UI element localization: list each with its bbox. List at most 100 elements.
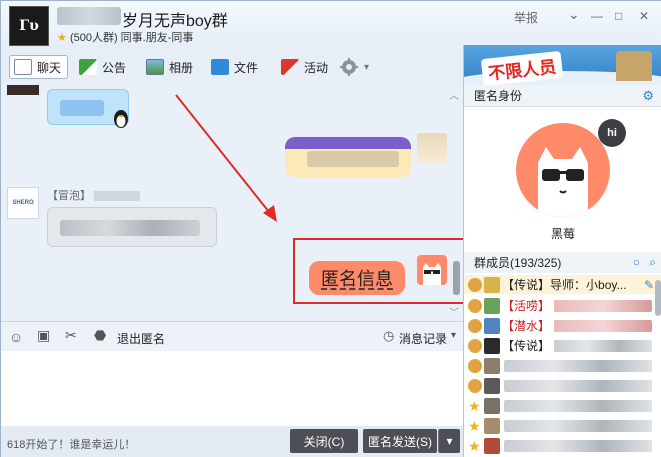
scroll-down-icon[interactable]: ﹀	[449, 304, 459, 319]
bottom-bar: 618开始了！谁是幸运儿！ 关闭(C) 匿名发送(S) ▾	[1, 426, 463, 457]
chat-bubble-icon[interactable]: ○	[633, 255, 640, 269]
minimize-button[interactable]: —	[591, 9, 603, 23]
message-record-button[interactable]: 消息记录	[399, 330, 447, 347]
anon-big-avatar	[516, 123, 610, 217]
blurred-member-name	[504, 359, 652, 372]
tab-activity[interactable]: 活动	[281, 55, 328, 79]
member-status-icon	[468, 298, 482, 313]
main-toolbar: 聊天 公告 相册 文件 活动 ▾	[1, 49, 463, 85]
star-icon: ★	[468, 397, 481, 414]
close-button[interactable]: 关闭(C)	[290, 429, 358, 453]
group-sub-text: (500人群) 同事.朋友-同事	[69, 32, 194, 44]
blurred-member-name	[504, 399, 652, 412]
blurred-member-name	[554, 319, 652, 332]
settings-caret-icon: ▾	[364, 61, 370, 73]
blurred-member-name	[554, 339, 652, 352]
emoji-icon[interactable]: ☺	[9, 329, 23, 345]
members-header: 群成员(193/325) ○ ⌕	[464, 252, 661, 274]
anon-send-label: 匿名发送(S)	[368, 434, 432, 449]
message-input[interactable]	[1, 351, 463, 426]
tab-chat-label: 聊天	[37, 60, 62, 75]
star-icon: ★	[57, 32, 67, 44]
close-window-button[interactable]: ✕	[639, 9, 649, 23]
photo-icon	[146, 59, 164, 75]
star-icon: ★	[468, 437, 481, 454]
red-flag-icon	[281, 59, 299, 75]
image-icon[interactable]: ▣	[37, 327, 50, 344]
tab-album[interactable]: 相册	[146, 55, 193, 79]
member-tag: 【潜水】	[502, 319, 551, 333]
member-name: 导师：小boy...	[550, 278, 627, 292]
close-button-label: 关闭(C)	[303, 434, 345, 449]
search-icon[interactable]: ⌕	[649, 255, 656, 270]
tab-files-label: 文件	[234, 60, 259, 75]
blurred-member-name	[504, 419, 652, 432]
hi-bubble: hi	[598, 119, 626, 147]
settings-button[interactable]: ▾	[339, 55, 369, 79]
scissors-icon[interactable]: ✂	[65, 327, 77, 344]
gear-icon	[340, 58, 358, 76]
tab-album-label: 相册	[169, 60, 194, 75]
group-subtitle: ★ (500人群) 同事.朋友-同事	[57, 29, 193, 45]
settings-gear-icon[interactable]: ⚙	[642, 88, 654, 104]
tab-activity-label: 活动	[304, 60, 329, 75]
list-item[interactable]: 【传说】	[464, 336, 661, 355]
member-status-icon	[468, 277, 482, 292]
report-button[interactable]: 举报	[514, 9, 538, 26]
status-text: 618开始了！谁是幸运儿！	[7, 439, 136, 451]
tab-announce-label: 公告	[102, 60, 127, 75]
tab-chat[interactable]: 聊天	[9, 55, 69, 79]
member-tag: 【传说】	[502, 339, 551, 353]
member-tag: 【传说】	[502, 278, 551, 292]
maximize-button[interactable]: □	[615, 9, 622, 23]
list-item[interactable]: ★	[464, 416, 661, 435]
cat-sunglasses-large-icon	[538, 147, 588, 217]
send-caret-icon: ▾	[446, 434, 453, 448]
anon-message-bubble: 匿名信息	[309, 261, 405, 295]
edit-icon[interactable]: ✎	[644, 278, 654, 292]
member-list[interactable]: 【传说】 导师：小boy... ✎ 【活唠】 【潜水】 【传说】 ★ ★ ★	[464, 273, 661, 457]
list-item[interactable]: ★	[464, 396, 661, 415]
blurred-name-prefix	[57, 7, 121, 25]
folder-icon	[211, 59, 229, 75]
list-item[interactable]: 【传说】 导师：小boy... ✎	[464, 275, 661, 294]
ad-banner[interactable]: 不限人员	[464, 45, 661, 85]
anon-name: 黑莓	[550, 227, 575, 241]
clock-icon: ◷	[383, 328, 395, 343]
group-avatar[interactable]: Γυ	[9, 6, 49, 46]
input-toolbar: ☺ ▣ ✂ ⬣ 退出匿名 ◷ 消息记录 ▾	[1, 321, 463, 351]
member-status-icon	[468, 358, 482, 373]
anon-identity-title: 匿名身份	[474, 89, 523, 103]
record-caret-icon[interactable]: ▾	[451, 330, 456, 341]
group-name[interactable]: 岁月无声boy群	[122, 7, 228, 31]
member-tag: 【活唠】	[502, 299, 551, 313]
list-item[interactable]: 【潜水】	[464, 316, 661, 335]
exit-anon-button[interactable]: 退出匿名	[117, 330, 165, 347]
anon-send-button[interactable]: 匿名发送(S)	[363, 429, 437, 453]
chat-scrollbar[interactable]	[453, 261, 460, 295]
anon-cat-avatar[interactable]	[417, 255, 447, 285]
dropdown-icon[interactable]: ⌄	[568, 6, 580, 23]
title-bar: Γυ 岁月无声boy群 ★ (500人群) 同事.朋友-同事 举报 ⌄ — □ …	[1, 1, 661, 47]
blurred-member-name	[554, 299, 652, 312]
list-item[interactable]	[464, 356, 661, 375]
member-scrollbar[interactable]	[655, 280, 661, 316]
list-item[interactable]	[464, 376, 661, 395]
send-options-button[interactable]: ▾	[438, 429, 460, 453]
member-avatar	[484, 317, 500, 334]
blurred-member-name	[504, 379, 652, 392]
anon-mask-icon: ⬣	[94, 327, 107, 343]
members-title: 群成员(193/325)	[474, 256, 562, 270]
chat-icon	[14, 59, 32, 75]
chat-messages[interactable]: SHERO 【冒泡】 匿名信息 ︿ ﹀	[1, 85, 463, 321]
member-status-icon	[468, 338, 482, 353]
list-item[interactable]: ★	[464, 436, 661, 455]
member-avatar	[484, 377, 500, 394]
tab-announce[interactable]: 公告	[79, 55, 126, 79]
scroll-up-icon[interactable]: ︿	[449, 87, 459, 102]
list-item[interactable]: 【活唠】	[464, 296, 661, 315]
anon-identity-panel: hi 黑莓	[464, 107, 661, 252]
member-avatar	[484, 337, 500, 354]
member-avatar	[484, 397, 500, 414]
tab-files[interactable]: 文件	[211, 55, 258, 79]
